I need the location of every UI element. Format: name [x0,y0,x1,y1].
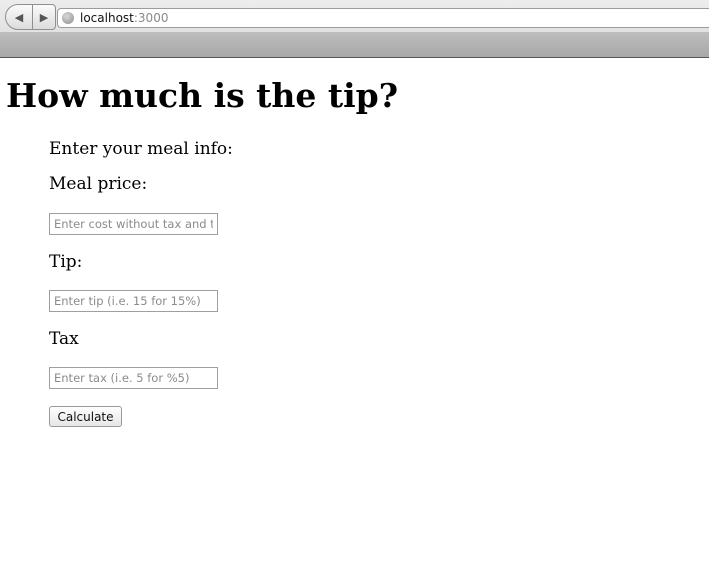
globe-icon [62,12,74,24]
tax-input[interactable] [49,367,218,389]
tax-label: Tax [49,329,79,349]
url-port: :3000 [133,11,169,25]
page-content: How much is the tip? Enter your meal inf… [0,57,709,565]
meal-price-input[interactable] [49,213,218,235]
forward-button[interactable]: ▶ [32,4,56,30]
bookmarks-bar [0,32,709,57]
address-bar[interactable]: localhost:3000 [57,8,709,28]
tip-label: Tip: [49,252,83,272]
page-title: How much is the tip? [6,76,399,115]
forward-arrow-icon: ▶ [39,10,49,24]
tip-input[interactable] [49,290,218,312]
intro-text: Enter your meal info: [49,139,233,159]
calculate-button[interactable]: Calculate [49,406,122,427]
back-arrow-icon: ◀ [14,10,24,24]
navigation-buttons: ◀ ▶ [5,4,56,32]
url-host: localhost [80,11,134,25]
meal-price-label: Meal price: [49,174,148,194]
back-button[interactable]: ◀ [5,4,33,30]
browser-chrome: ◀ ▶ localhost:3000 [0,0,709,58]
